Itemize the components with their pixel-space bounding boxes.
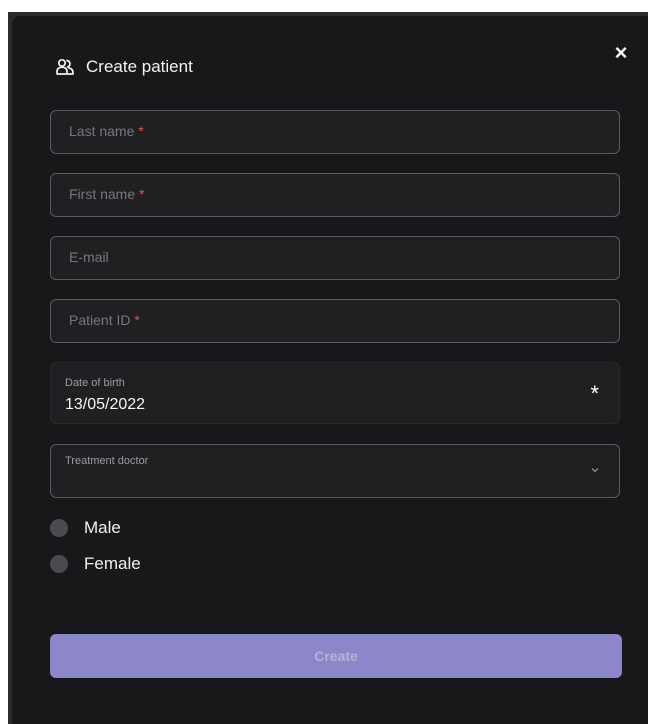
date-of-birth-label: Date of birth bbox=[65, 377, 125, 389]
radio-label: Male bbox=[84, 518, 121, 537]
dialog-header: Create patient bbox=[54, 56, 193, 78]
user-group-icon bbox=[54, 56, 76, 78]
email-field[interactable]: E-mail bbox=[50, 236, 620, 280]
patient-id-input[interactable] bbox=[51, 300, 619, 342]
required-asterisk-icon: * bbox=[590, 381, 599, 406]
radio-label: Female bbox=[84, 554, 141, 573]
first-name-field[interactable]: First name * bbox=[50, 173, 620, 217]
last-name-input[interactable] bbox=[51, 111, 619, 153]
chevron-down-icon[interactable] bbox=[591, 465, 599, 476]
dialog-title: Create patient bbox=[86, 57, 193, 76]
date-of-birth-field[interactable]: Date of birth 13/05/2022 * bbox=[50, 362, 620, 424]
radio-button[interactable] bbox=[50, 555, 68, 573]
treatment-doctor-select[interactable]: Treatment doctor bbox=[50, 444, 620, 498]
patient-id-field[interactable]: Patient ID * bbox=[50, 299, 620, 343]
treatment-doctor-label: Treatment doctor bbox=[65, 455, 149, 467]
close-icon[interactable]: × bbox=[610, 42, 632, 64]
gender-option-female[interactable]: Female bbox=[50, 554, 141, 574]
radio-button[interactable] bbox=[50, 519, 68, 537]
first-name-input[interactable] bbox=[51, 174, 619, 216]
date-of-birth-value[interactable]: 13/05/2022 bbox=[65, 396, 145, 414]
last-name-field[interactable]: Last name * bbox=[50, 110, 620, 154]
create-button[interactable]: Create bbox=[50, 634, 622, 678]
gender-option-male[interactable]: Male bbox=[50, 518, 121, 538]
email-input[interactable] bbox=[51, 237, 619, 279]
